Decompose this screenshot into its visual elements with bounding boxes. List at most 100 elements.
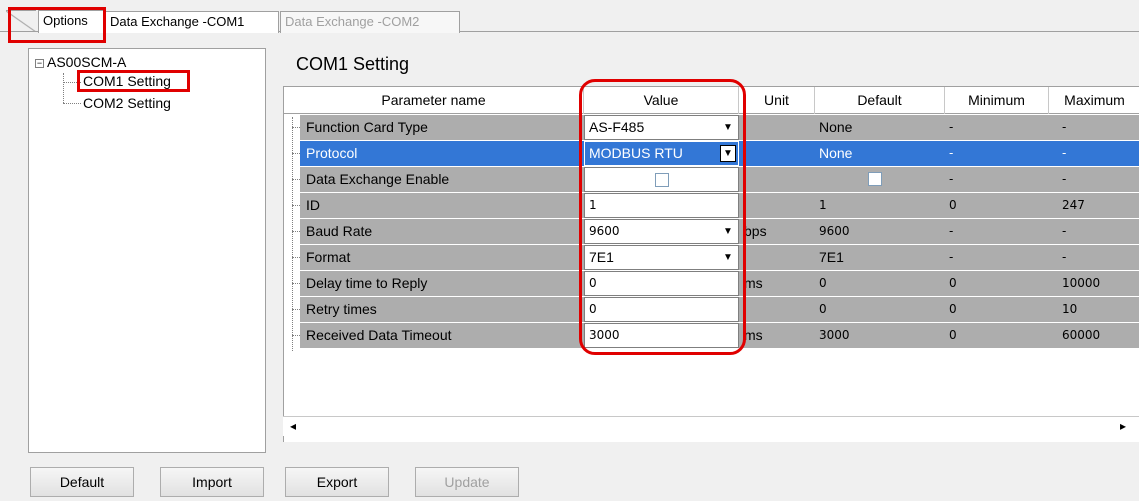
maximum-cell: -	[1062, 224, 1067, 238]
minimum-cell: -	[949, 224, 954, 238]
row-tree-connector	[292, 335, 300, 336]
value-text[interactable]: 3000	[589, 324, 620, 347]
unit-cell: bps	[744, 223, 767, 239]
table-row[interactable]: Data Exchange Enable - -	[284, 167, 1139, 193]
parameter-name: Baud Rate	[306, 223, 373, 239]
row-separator	[300, 348, 1139, 349]
value-text[interactable]: AS-F485	[589, 116, 644, 139]
maximum-cell: 247	[1062, 198, 1085, 212]
grid-header: Parameter name Value Unit Default Minimu…	[284, 87, 1139, 114]
section-title: COM1 Setting	[296, 54, 410, 74]
dropdown-arrow-icon[interactable]: ▼	[720, 249, 736, 266]
value-cell[interactable]: AS-F485 ▼	[584, 115, 739, 140]
unit-cell: ms	[744, 327, 763, 343]
col-header-parameter-name[interactable]: Parameter name	[284, 87, 584, 114]
maximum-cell: -	[1062, 120, 1067, 134]
parameter-name: Format	[306, 249, 351, 265]
minimum-cell: 0	[949, 276, 957, 290]
minimum-cell: -	[949, 146, 954, 160]
default-cell: 0	[819, 302, 827, 316]
default-cell: 0	[819, 276, 827, 290]
minimum-cell: -	[949, 250, 954, 264]
row-tree-connector	[292, 257, 300, 258]
scroll-right-icon[interactable]: ▸	[1120, 419, 1126, 433]
maximum-cell: -	[1062, 146, 1067, 160]
tab-options[interactable]: Options	[38, 10, 104, 33]
value-cell[interactable]	[584, 167, 739, 192]
import-button[interactable]: Import	[160, 467, 264, 497]
module-tree[interactable]: − AS00SCM-A COM1 Setting COM2 Setting	[28, 48, 266, 453]
value-text[interactable]: 0	[589, 272, 597, 295]
value-text[interactable]: 7E1	[589, 246, 614, 269]
data-exchange-enable-checkbox[interactable]	[655, 173, 669, 187]
table-row[interactable]: Received Data Timeout 3000 ms 3000 0 60000	[284, 323, 1139, 349]
export-button[interactable]: Export	[285, 467, 389, 497]
maximum-cell: -	[1062, 172, 1067, 186]
minimum-cell: -	[949, 120, 954, 134]
row-tree-connector	[292, 205, 300, 206]
tree-item-com1-setting[interactable]: COM1 Setting	[81, 73, 173, 89]
parameter-grid[interactable]: Parameter name Value Unit Default Minimu…	[283, 86, 1139, 442]
default-checkbox	[868, 172, 882, 186]
col-header-default[interactable]: Default	[815, 87, 945, 114]
minimum-cell: 0	[949, 198, 957, 212]
minimum-cell: 0	[949, 328, 957, 342]
value-cell[interactable]: 9600 ▼	[584, 219, 739, 244]
tree-item-com2-setting[interactable]: COM2 Setting	[81, 95, 173, 111]
dropdown-arrow-icon[interactable]: ▼	[720, 223, 736, 240]
maximum-cell: -	[1062, 250, 1067, 264]
maximum-cell: 60000	[1062, 328, 1101, 342]
value-text[interactable]: 1	[589, 194, 597, 217]
table-row[interactable]: Retry times 0 0 0 10	[284, 297, 1139, 323]
parameter-name: Received Data Timeout	[306, 327, 452, 343]
minimum-cell: 0	[949, 302, 957, 316]
unit-cell: ms	[744, 275, 763, 291]
tab-slant-decoration	[6, 10, 36, 32]
table-row[interactable]: ID 1 1 0 247	[284, 193, 1139, 219]
parameter-name: Function Card Type	[306, 119, 428, 135]
row-tree-connector	[292, 283, 300, 284]
minimum-cell: -	[949, 172, 954, 186]
update-button: Update	[415, 467, 519, 497]
value-cell[interactable]: 0	[584, 297, 739, 322]
row-tree-connector	[292, 309, 300, 310]
table-row[interactable]: Delay time to Reply 0 ms 0 0 10000	[284, 271, 1139, 297]
tree-connector	[63, 73, 64, 103]
parameter-name: Data Exchange Enable	[306, 171, 450, 187]
table-row[interactable]: Protocol MODBUS RTU ▼ None - -	[284, 141, 1139, 167]
row-tree-connector	[292, 153, 300, 154]
value-cell[interactable]: 3000	[584, 323, 739, 348]
collapse-icon[interactable]: −	[35, 59, 44, 68]
tab-data-exchange-com2: Data Exchange -COM2	[280, 11, 460, 33]
table-row[interactable]: Format 7E1 ▼ 7E1 - -	[284, 245, 1139, 271]
value-text[interactable]: 9600	[589, 220, 620, 243]
horizontal-scrollbar[interactable]: ◂ ▸	[283, 416, 1139, 436]
col-header-maximum[interactable]: Maximum	[1049, 87, 1139, 114]
tab-data-exchange-com1[interactable]: Data Exchange -COM1	[105, 11, 279, 33]
value-text[interactable]: 0	[589, 298, 597, 321]
tree-connector	[63, 103, 81, 104]
table-row[interactable]: Baud Rate 9600 ▼ bps 9600 - -	[284, 219, 1139, 245]
dropdown-arrow-icon[interactable]: ▼	[720, 119, 736, 136]
value-cell[interactable]: 7E1 ▼	[584, 245, 739, 270]
tree-root[interactable]: − AS00SCM-A	[35, 54, 126, 70]
value-cell[interactable]: 0	[584, 271, 739, 296]
col-header-value[interactable]: Value	[584, 87, 739, 114]
col-header-minimum[interactable]: Minimum	[945, 87, 1049, 114]
default-cell: 1	[819, 198, 827, 212]
value-cell[interactable]: MODBUS RTU ▼	[584, 141, 739, 166]
table-row[interactable]: Function Card Type AS-F485 ▼ None - -	[284, 115, 1139, 141]
value-cell[interactable]: 1	[584, 193, 739, 218]
default-cell: None	[819, 119, 853, 135]
tree-connector	[63, 82, 81, 83]
tab-strip: Options Data Exchange -COM1 Data Exchang…	[0, 0, 1139, 33]
maximum-cell: 10	[1062, 302, 1078, 316]
row-tree-connector	[292, 179, 300, 180]
row-tree-connector	[292, 231, 300, 232]
value-text[interactable]: MODBUS RTU	[589, 142, 683, 165]
dropdown-arrow-icon[interactable]: ▼	[720, 145, 736, 162]
scroll-left-icon[interactable]: ◂	[290, 419, 296, 433]
default-button[interactable]: Default	[30, 467, 134, 497]
col-header-unit[interactable]: Unit	[739, 87, 815, 114]
parameter-name: Protocol	[306, 145, 358, 161]
